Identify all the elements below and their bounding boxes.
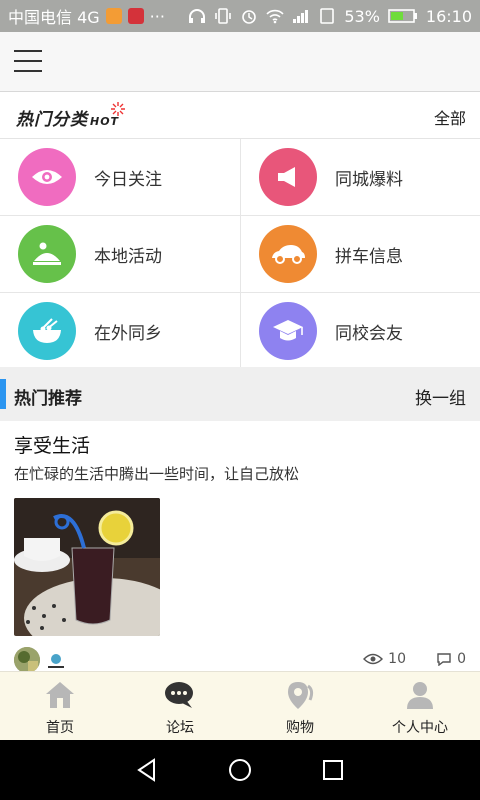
view-count: 10	[363, 651, 406, 667]
hot-recommend-header: 热门推荐 换一组	[0, 367, 480, 421]
post-image[interactable]	[14, 498, 160, 636]
system-nav-bar	[0, 740, 480, 800]
car-icon	[259, 225, 317, 283]
category-label: 同城爆料	[335, 170, 403, 190]
eye-icon	[18, 148, 76, 206]
category-grid: 今日关注 同城爆料 本地活动 拼车信息 在外同乡 同校会友	[0, 139, 480, 369]
category-label: 本地活动	[94, 247, 162, 267]
views-eye-icon	[363, 653, 384, 665]
comment-count: 0	[436, 651, 466, 667]
switch-group-button[interactable]: 换一组	[415, 384, 466, 409]
status-bar: 中国电信 4G ··· 53% 16:10	[0, 0, 480, 32]
status-more-label: ···	[149, 6, 165, 26]
user-icon	[407, 682, 433, 709]
author-level-icon	[48, 654, 64, 668]
tab-label: 论坛	[166, 720, 194, 736]
shopping-location-icon	[288, 682, 314, 709]
hamburger-menu-icon[interactable]	[14, 50, 42, 72]
category-alumni[interactable]: 同校会友	[241, 293, 480, 369]
view-count-value: 10	[388, 651, 406, 667]
recents-square-icon[interactable]	[320, 757, 346, 783]
notification-app-icon	[105, 8, 122, 24]
battery-percent: 53%	[344, 6, 380, 26]
category-label: 拼车信息	[335, 247, 403, 267]
accent-bar	[0, 379, 6, 409]
tab-shopping[interactable]: 购物	[240, 672, 360, 740]
forum-icon	[165, 682, 193, 708]
app-bar	[0, 32, 480, 92]
hot-categories-header: 热门分类 HOT 全部	[0, 93, 480, 139]
comment-bubble-icon	[437, 653, 451, 666]
home-icon	[46, 682, 74, 708]
wifi-icon	[266, 9, 284, 24]
post-description: 在忙碌的生活中腾出一些时间，让自己放松	[14, 465, 300, 483]
bottom-tab-bar: 首页 论坛 购物 个人中心	[0, 671, 480, 740]
category-carpool[interactable]: 拼车信息	[241, 216, 480, 292]
category-hometown[interactable]: 在外同乡	[0, 293, 240, 369]
back-icon[interactable]	[134, 757, 160, 783]
vibrate-icon	[215, 8, 232, 24]
tab-forum[interactable]: 论坛	[120, 672, 240, 740]
battery-icon	[388, 9, 417, 23]
post-title[interactable]: 享受生活	[14, 431, 90, 458]
category-label: 在外同乡	[94, 324, 162, 344]
carrier-label: 中国电信 4G	[8, 8, 100, 27]
category-local-news[interactable]: 同城爆料	[241, 139, 480, 215]
alarm-icon	[242, 10, 257, 24]
hot-categories-title: 热门分类 HOT	[16, 110, 120, 130]
tab-label: 个人中心	[392, 720, 448, 736]
recommended-post[interactable]: 享受生活 在忙碌的生活中腾出一些时间，让自己放松 10 0	[0, 421, 480, 673]
graduation-cap-icon	[259, 302, 317, 360]
signal-icon	[293, 10, 309, 23]
category-label: 同校会友	[335, 324, 403, 344]
category-label: 今日关注	[94, 170, 162, 190]
post-meta: 10 0	[14, 647, 466, 673]
tab-home[interactable]: 首页	[0, 672, 120, 740]
megaphone-icon	[259, 148, 317, 206]
activity-icon	[18, 225, 76, 283]
hot-recommend-title: 热门推荐	[14, 389, 82, 409]
author-avatar[interactable]	[14, 647, 40, 673]
category-local-activity[interactable]: 本地活动	[0, 216, 240, 292]
clock-time: 16:10	[425, 6, 472, 26]
comment-count-value: 0	[457, 651, 466, 667]
tab-label: 首页	[46, 720, 74, 736]
bowl-icon	[18, 302, 76, 360]
all-categories-link[interactable]: 全部	[434, 105, 466, 129]
sim-icon	[320, 8, 335, 24]
home-circle-icon[interactable]	[227, 757, 253, 783]
hot-burst-icon	[111, 102, 125, 116]
headphones-icon	[189, 9, 206, 23]
notification-news-icon	[127, 8, 144, 24]
tab-profile[interactable]: 个人中心	[360, 672, 480, 740]
category-today-focus[interactable]: 今日关注	[0, 139, 240, 215]
tab-label: 购物	[286, 720, 314, 736]
